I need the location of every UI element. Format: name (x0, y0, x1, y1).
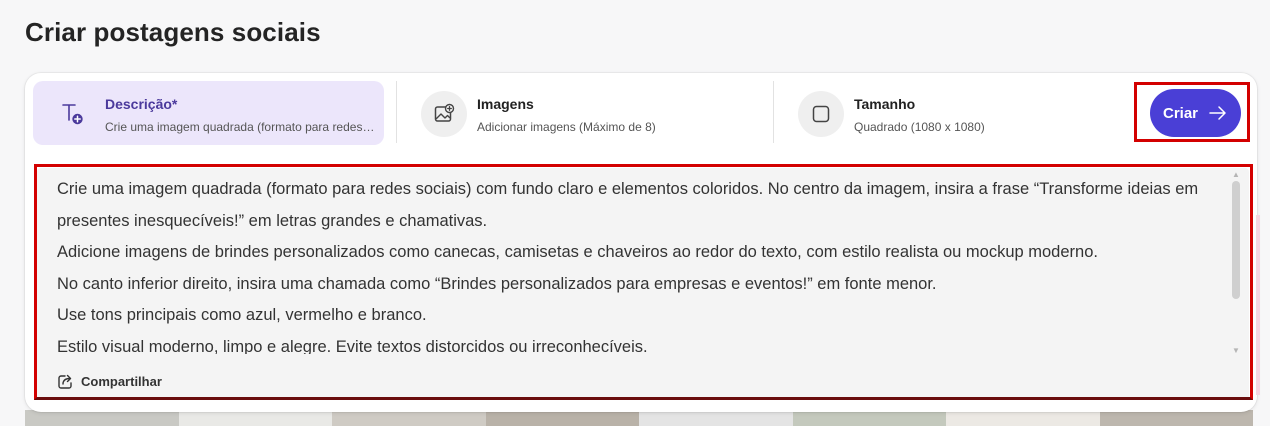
background-gallery-strip (25, 410, 1253, 426)
scroll-down-icon[interactable]: ▼ (1231, 347, 1241, 355)
arrow-right-icon (1209, 106, 1226, 120)
option-description-title: Descrição* (105, 96, 178, 112)
prompt-text[interactable]: Crie uma imagem quadrada (formato para r… (57, 174, 1227, 354)
option-size-title: Tamanho (854, 96, 916, 112)
option-description-subtitle: Crie uma imagem quadrada (formato para r… (105, 120, 375, 134)
option-description[interactable]: Descrição* Crie uma imagem quadrada (for… (33, 81, 384, 145)
option-size[interactable]: Tamanho Quadrado (1080 x 1080) (782, 81, 1112, 145)
share-label: Compartilhar (81, 374, 162, 389)
scroll-up-icon[interactable]: ▲ (1231, 171, 1241, 179)
prompt-line: Estilo visual moderno, limpo e alegre. E… (57, 337, 648, 355)
image-add-icon (421, 91, 467, 137)
scroll-thumb[interactable] (1232, 181, 1240, 299)
divider (396, 81, 397, 143)
prompt-line: No canto inferior direito, insira uma ch… (57, 274, 937, 293)
option-images[interactable]: Imagens Adicionar imagens (Máximo de 8) (405, 81, 765, 145)
prompt-line: Adicione imagens de brindes personalizad… (57, 243, 1098, 261)
prompt-line: Crie uma imagem quadrada (formato para r… (57, 180, 1199, 230)
social-post-composer: Descrição* Crie uma imagem quadrada (for… (25, 73, 1257, 412)
option-size-subtitle: Quadrado (1080 x 1080) (854, 120, 985, 134)
share-button[interactable]: Compartilhar (57, 373, 162, 390)
divider (773, 81, 774, 143)
decorative-edge (1256, 215, 1260, 395)
prompt-textarea[interactable]: Crie uma imagem quadrada (formato para r… (37, 168, 1249, 400)
create-button-label: Criar (1162, 104, 1199, 122)
share-icon (58, 374, 72, 389)
option-images-subtitle: Adicionar imagens (Máximo de 8) (477, 120, 656, 134)
prompt-scrollbar[interactable]: ▲ ▼ (1231, 171, 1241, 355)
text-plus-icon (49, 91, 95, 137)
option-images-title: Imagens (477, 96, 534, 112)
page-title: Criar postagens sociais (25, 17, 321, 47)
square-icon (798, 91, 844, 137)
create-button[interactable]: Criar (1150, 89, 1241, 137)
prompt-line: Use tons principais como azul, vermelho … (57, 306, 427, 324)
